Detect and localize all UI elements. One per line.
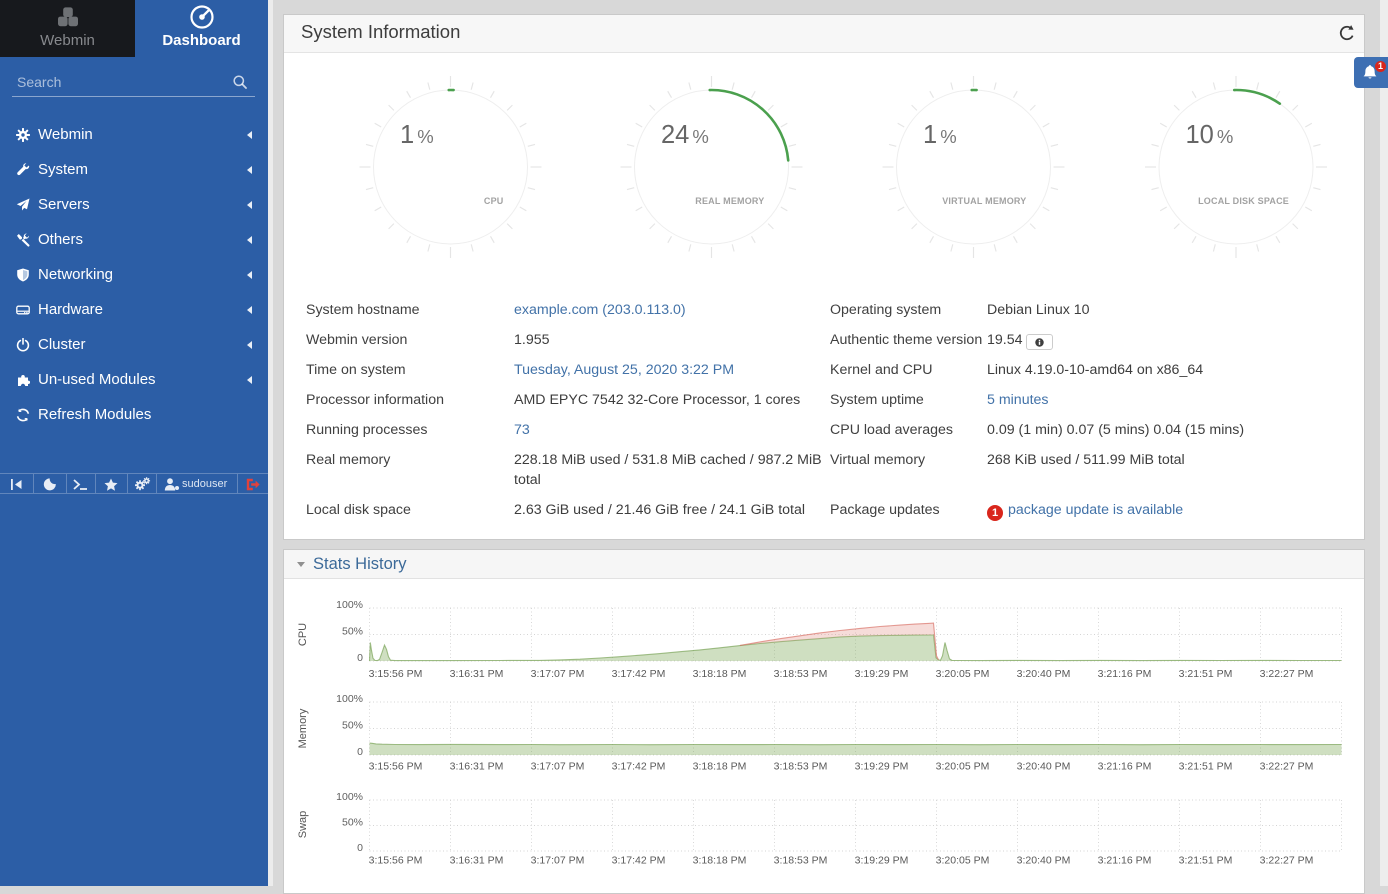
svg-text:24%: 24% [661, 121, 709, 149]
svg-text:0: 0 [357, 652, 363, 664]
svg-text:100%: 100% [336, 693, 363, 705]
svg-text:3:19:29 PM: 3:19:29 PM [855, 761, 909, 773]
svg-text:3:18:53 PM: 3:18:53 PM [774, 668, 828, 680]
svg-text:3:17:07 PM: 3:17:07 PM [531, 761, 585, 773]
svg-text:VIRTUAL MEMORY: VIRTUAL MEMORY [942, 196, 1026, 206]
svg-text:50%: 50% [342, 719, 363, 731]
svg-text:3:20:05 PM: 3:20:05 PM [936, 855, 990, 867]
svg-text:3:15:56 PM: 3:15:56 PM [369, 761, 423, 773]
svg-text:3:17:42 PM: 3:17:42 PM [612, 668, 666, 680]
svg-text:3:21:51 PM: 3:21:51 PM [1179, 761, 1233, 773]
svg-text:3:15:56 PM: 3:15:56 PM [369, 668, 423, 680]
svg-text:3:21:51 PM: 3:21:51 PM [1179, 855, 1233, 867]
svg-text:3:18:18 PM: 3:18:18 PM [693, 668, 747, 680]
svg-text:3:19:29 PM: 3:19:29 PM [855, 668, 909, 680]
svg-text:3:19:29 PM: 3:19:29 PM [855, 855, 909, 867]
svg-text:1%: 1% [923, 121, 957, 149]
svg-text:Memory: Memory [297, 708, 309, 748]
svg-text:50%: 50% [342, 816, 363, 828]
svg-text:3:17:42 PM: 3:17:42 PM [612, 855, 666, 867]
svg-text:3:18:18 PM: 3:18:18 PM [693, 761, 747, 773]
svg-text:3:22:27 PM: 3:22:27 PM [1260, 668, 1314, 680]
svg-text:LOCAL DISK SPACE: LOCAL DISK SPACE [1198, 196, 1289, 206]
svg-text:3:17:42 PM: 3:17:42 PM [612, 761, 666, 773]
svg-text:3:20:40 PM: 3:20:40 PM [1017, 855, 1071, 867]
svg-text:10%: 10% [1186, 121, 1234, 149]
svg-text:100%: 100% [336, 599, 363, 611]
svg-text:3:15:56 PM: 3:15:56 PM [369, 855, 423, 867]
svg-text:REAL MEMORY: REAL MEMORY [695, 196, 764, 206]
svg-text:3:21:51 PM: 3:21:51 PM [1179, 668, 1233, 680]
svg-text:3:22:27 PM: 3:22:27 PM [1260, 855, 1314, 867]
svg-text:100%: 100% [336, 791, 363, 803]
svg-text:3:21:16 PM: 3:21:16 PM [1098, 761, 1152, 773]
svg-text:Swap: Swap [297, 811, 309, 839]
svg-text:3:16:31 PM: 3:16:31 PM [450, 855, 504, 867]
svg-text:3:18:18 PM: 3:18:18 PM [693, 855, 747, 867]
svg-text:50%: 50% [342, 625, 363, 637]
svg-text:3:21:16 PM: 3:21:16 PM [1098, 855, 1152, 867]
svg-text:3:18:53 PM: 3:18:53 PM [774, 761, 828, 773]
svg-text:3:18:53 PM: 3:18:53 PM [774, 855, 828, 867]
svg-text:3:17:07 PM: 3:17:07 PM [531, 855, 585, 867]
svg-text:1%: 1% [400, 121, 434, 149]
svg-text:3:17:07 PM: 3:17:07 PM [531, 668, 585, 680]
svg-text:CPU: CPU [484, 196, 504, 206]
svg-text:3:22:27 PM: 3:22:27 PM [1260, 761, 1314, 773]
svg-text:3:20:05 PM: 3:20:05 PM [936, 668, 990, 680]
svg-text:0: 0 [357, 842, 363, 854]
svg-text:CPU: CPU [297, 623, 309, 646]
svg-text:3:16:31 PM: 3:16:31 PM [450, 668, 504, 680]
svg-text:3:20:05 PM: 3:20:05 PM [936, 761, 990, 773]
svg-text:3:21:16 PM: 3:21:16 PM [1098, 668, 1152, 680]
svg-text:0: 0 [357, 746, 363, 758]
svg-text:3:20:40 PM: 3:20:40 PM [1017, 668, 1071, 680]
svg-text:3:20:40 PM: 3:20:40 PM [1017, 761, 1071, 773]
svg-text:3:16:31 PM: 3:16:31 PM [450, 761, 504, 773]
